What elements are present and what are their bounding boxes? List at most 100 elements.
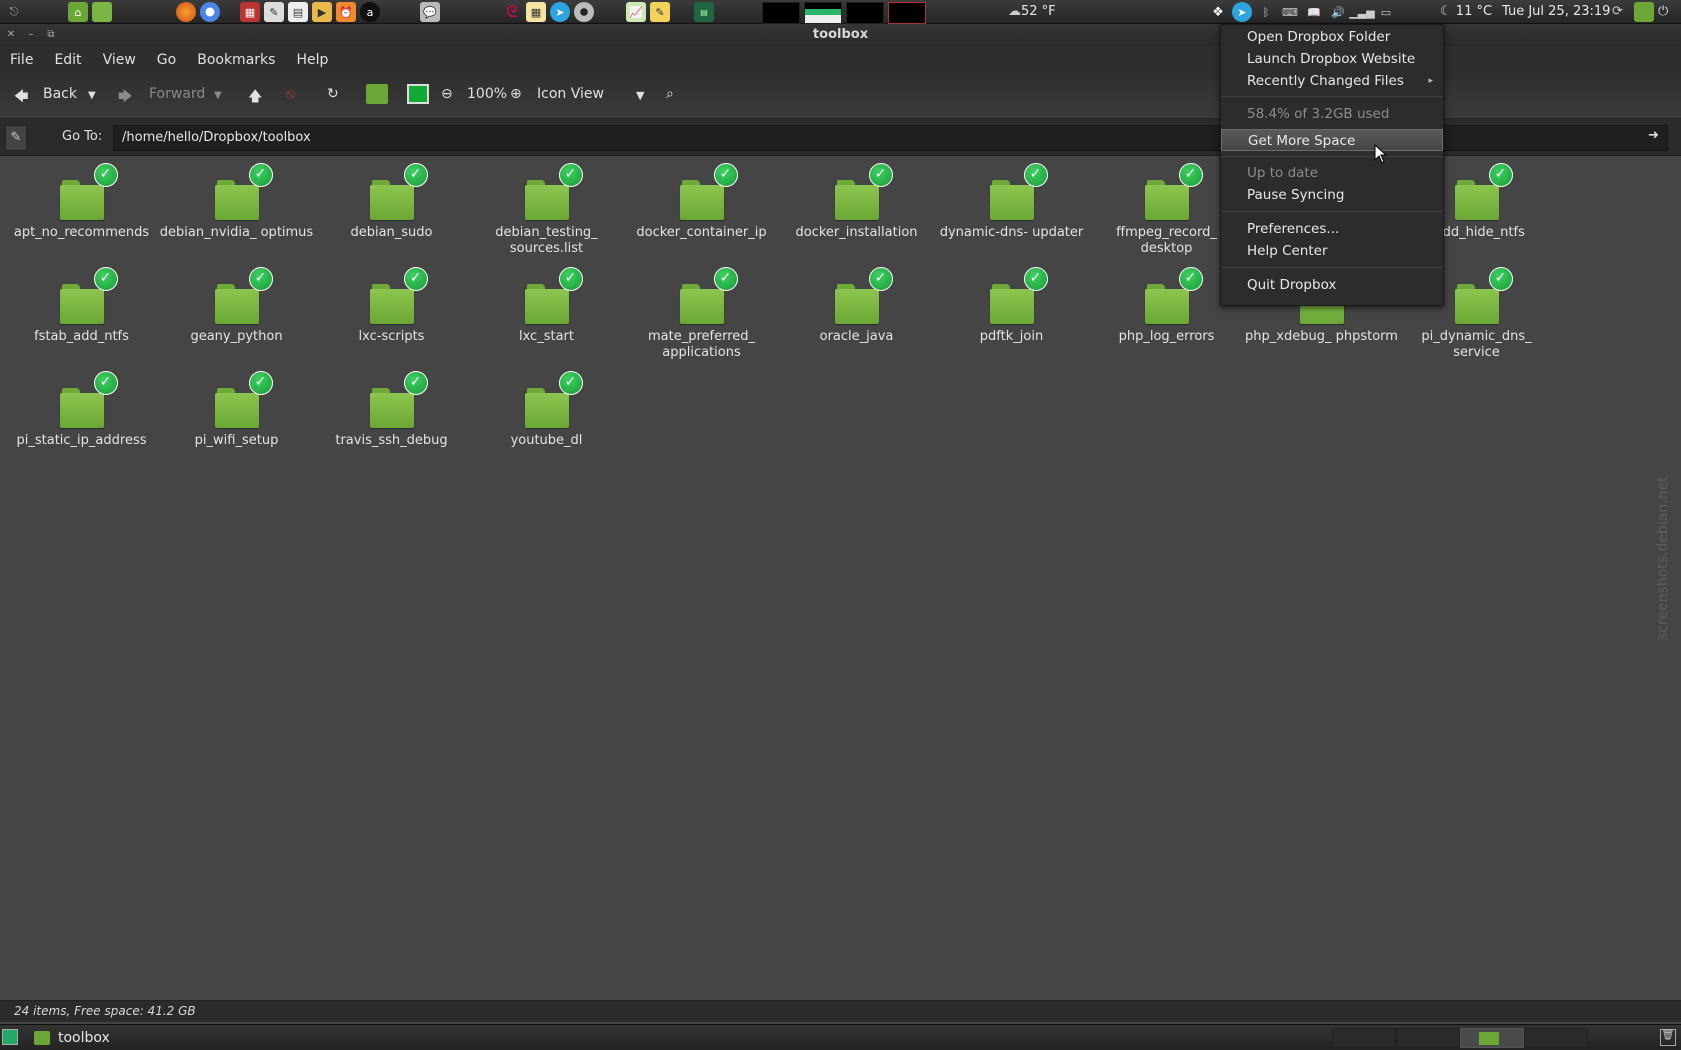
quit-dropbox-item[interactable]: Quit Dropbox — [1221, 274, 1443, 296]
folder-item[interactable]: ✓ docker_installation — [779, 160, 934, 241]
show-desktop-icon[interactable] — [2, 1029, 18, 1045]
telegram-icon[interactable]: ➤ — [550, 2, 570, 22]
search-icon[interactable]: ⌕ — [666, 86, 674, 102]
alarm-clock-icon[interactable]: ⏰ — [336, 2, 356, 22]
folder-item[interactable]: ✓ lxc-scripts — [314, 264, 469, 345]
home-icon[interactable] — [366, 84, 388, 104]
folder-item[interactable]: ✓ debian_nvidia_ optimus — [159, 160, 314, 241]
maximize-window-icon[interactable]: ⧉ — [44, 28, 58, 42]
folder-item[interactable]: ✓ mate_preferred_ applications — [624, 264, 779, 361]
telegram-tray-icon[interactable]: ➤ — [1232, 2, 1252, 22]
folder-item[interactable]: ✓ pi_static_ip_address — [4, 368, 159, 449]
zoom-out-icon[interactable]: ⊖ — [441, 86, 453, 102]
folder-item[interactable]: ✓ docker_container_ip — [624, 160, 779, 241]
folder-item[interactable]: ✓ youtube_dl — [469, 368, 624, 449]
folder-item[interactable]: ✓ pdftk_join — [934, 264, 1089, 345]
refresh-icon[interactable]: ⟳ — [1612, 4, 1623, 19]
weather-applet[interactable]: ☁52 °F — [1008, 4, 1056, 19]
power-icon[interactable]: ⏻ — [1658, 4, 1668, 19]
recently-changed-files-item[interactable]: Recently Changed Files ▸ — [1221, 70, 1443, 92]
back-button[interactable]: Back — [43, 86, 77, 102]
get-more-space-item[interactable]: Get More Space — [1221, 129, 1443, 151]
computer-icon[interactable] — [407, 84, 429, 104]
taskbar-window-button[interactable]: toolbox — [34, 1028, 110, 1048]
clock[interactable]: Tue Jul 25, 23:19 — [1502, 4, 1610, 19]
volume-icon[interactable]: 🔊 — [1328, 2, 1348, 22]
folder-item[interactable]: ✓ dynamic-dns- updater — [934, 160, 1089, 241]
folder-icon: ✓ — [1454, 267, 1513, 324]
workspace-1[interactable] — [1332, 1028, 1396, 1048]
folder-label: debian_testing_ sources.list — [495, 225, 598, 256]
menu-file[interactable]: File — [10, 52, 33, 68]
folder-item[interactable]: ✓ oracle_java — [779, 264, 934, 345]
zoom-in-icon[interactable]: ⊕ — [510, 86, 522, 102]
folder-item[interactable]: ✓ debian_testing_ sources.list — [469, 160, 624, 257]
open-dropbox-folder-item[interactable]: Open Dropbox Folder — [1221, 26, 1443, 48]
disc-icon[interactable] — [574, 2, 594, 22]
menu-edit[interactable]: Edit — [54, 52, 81, 68]
workspace-3[interactable] — [1460, 1028, 1524, 1048]
reader-icon[interactable]: 📖 — [1304, 2, 1324, 22]
workspace-4[interactable] — [1524, 1028, 1588, 1048]
view-mode-dropdown-icon[interactable]: ▼ — [636, 89, 644, 102]
folder-item[interactable]: ✓ travis_ssh_debug — [314, 368, 469, 449]
toggle-location-edit-icon[interactable]: ✎ — [5, 125, 27, 151]
debian-icon[interactable]: ᘓ — [502, 2, 522, 22]
stop-icon[interactable]: ⦸ — [286, 86, 295, 102]
folder-item[interactable]: ✓ lxc_start — [469, 264, 624, 345]
calculator-icon[interactable]: ▦ — [240, 2, 260, 22]
chart-app-icon[interactable]: 📈 — [626, 2, 646, 22]
system-monitor-icon[interactable]: ▤ — [694, 2, 714, 22]
back-arrow-icon[interactable]: 🡄 — [14, 86, 28, 110]
view-mode-select[interactable]: Icon View — [537, 86, 604, 102]
menu-bookmarks[interactable]: Bookmarks — [197, 52, 275, 68]
battery-icon[interactable]: ▭ — [1376, 2, 1396, 22]
go-arrow-icon[interactable]: ➜ — [1648, 128, 1659, 143]
preferences-item[interactable]: Preferences... — [1221, 218, 1443, 240]
forward-arrow-icon[interactable]: 🡆 — [118, 86, 132, 110]
menu-help[interactable]: Help — [296, 52, 328, 68]
media-icon[interactable]: ▶ — [312, 2, 332, 22]
amazon-icon[interactable]: a — [360, 2, 380, 22]
spreadsheet-icon[interactable]: ▤ — [288, 2, 308, 22]
workspace-switcher[interactable] — [1332, 1028, 1588, 1048]
close-window-icon[interactable]: ✕ — [4, 28, 18, 42]
forward-button[interactable]: Forward — [149, 86, 205, 102]
quick-launch-apps: ▦ ✎ ▤ ▶ ⏰ a — [238, 2, 382, 22]
back-history-dropdown-icon[interactable]: ▼ — [88, 90, 96, 101]
menu-go[interactable]: Go — [157, 52, 176, 68]
files-folder-icon[interactable] — [92, 2, 112, 22]
folder-item[interactable]: ✓ pi_wifi_setup — [159, 368, 314, 449]
help-center-item[interactable]: Help Center — [1221, 240, 1443, 262]
home-folder-icon[interactable]: ⌂ — [68, 2, 88, 22]
launch-dropbox-website-item[interactable]: Launch Dropbox Website — [1221, 48, 1443, 70]
folder-item[interactable]: ✓ apt_no_recommends — [4, 160, 159, 241]
menu-separator — [1221, 211, 1443, 212]
menu-icon[interactable]: ⎋ — [4, 2, 24, 22]
network-signal-icon[interactable]: ▁▃▅ — [1349, 2, 1374, 22]
folder-item[interactable]: ✓ debian_sudo — [314, 160, 469, 241]
notes-icon[interactable]: ✎ — [650, 2, 670, 22]
chromium-icon[interactable] — [200, 2, 220, 22]
reload-icon[interactable]: ↻ — [327, 86, 339, 102]
text-editor-icon[interactable]: ✎ — [264, 2, 284, 22]
up-arrow-icon[interactable]: 🡅 — [248, 86, 262, 110]
desktop-icon[interactable] — [1634, 2, 1654, 22]
folder-icon: ✓ — [1144, 163, 1203, 220]
bluetooth-icon[interactable]: ᛒ — [1256, 2, 1276, 22]
calendar-icon[interactable]: ▦ — [526, 2, 546, 22]
dropbox-icon[interactable]: ❖ — [1208, 2, 1228, 22]
folder-item[interactable]: ✓ geany_python — [159, 264, 314, 345]
minimize-window-icon[interactable]: – — [24, 28, 38, 42]
menu-view[interactable]: View — [103, 52, 136, 68]
pause-syncing-item[interactable]: Pause Syncing — [1221, 184, 1443, 206]
trash-icon[interactable]: 🗑 — [1660, 1029, 1676, 1046]
firefox-icon[interactable] — [176, 2, 196, 22]
chat-icon[interactable]: 💬 — [420, 2, 440, 22]
temperature-applet[interactable]: ☾ 11 °C — [1440, 4, 1492, 19]
workspace-2[interactable] — [1396, 1028, 1460, 1048]
keyboard-icon[interactable]: ⌨ — [1280, 2, 1300, 22]
synced-check-icon: ✓ — [558, 371, 583, 395]
forward-history-dropdown-icon[interactable]: ▼ — [214, 90, 222, 101]
folder-item[interactable]: ✓ fstab_add_ntfs — [4, 264, 159, 345]
